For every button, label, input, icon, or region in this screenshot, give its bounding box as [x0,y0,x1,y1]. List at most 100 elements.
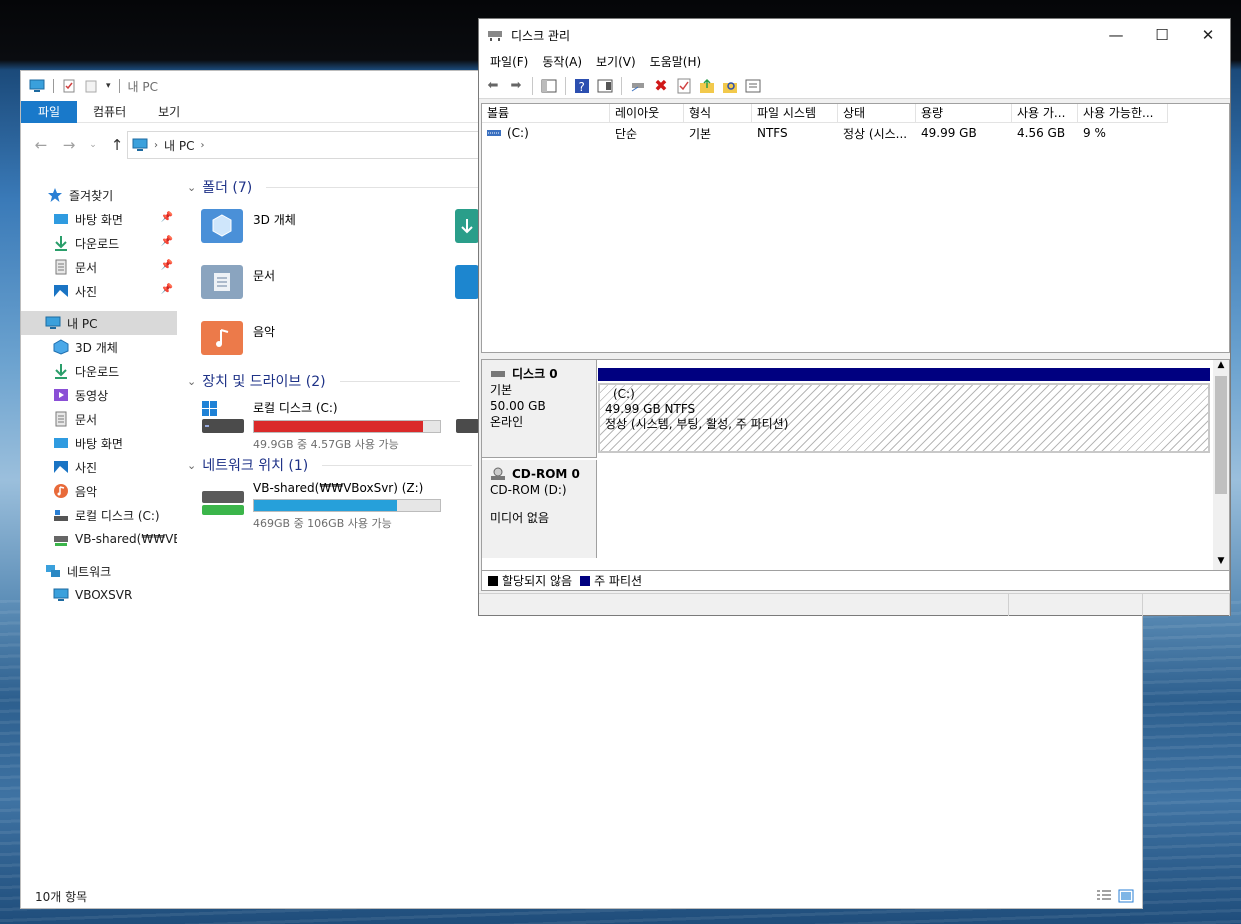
sidebar-item-desktop[interactable]: 바탕 화면 📌 [21,207,177,231]
scroll-down-icon[interactable]: ▼ [1213,556,1229,570]
tab-view[interactable]: 보기 [142,101,196,123]
folder-3d-objects[interactable]: 3D 개체 [201,209,296,243]
drive-local-disk-c[interactable]: 로컬 디스크 (C:) 49.9GB 중 4.57GB 사용 가능 [201,399,441,452]
help-icon[interactable]: ? [573,77,591,95]
column-header-free-space[interactable]: 사용 가... [1012,104,1078,123]
up-folder-icon[interactable] [698,77,716,95]
network-drive-icon [201,481,245,517]
folder-pictures[interactable] [455,265,479,299]
sidebar-item-videos[interactable]: 동영상 [21,383,177,407]
minimize-icon[interactable]: — [1093,19,1139,51]
this-pc-icon [29,79,45,92]
large-icons-view-icon[interactable] [1118,889,1134,903]
sidebar-quick-access[interactable]: 즐겨찾기 [21,183,177,207]
partition-c[interactable]: (C:) 49.99 GB NTFS 정상 (시스템, 부팅, 활성, 주 파티… [598,383,1210,453]
volume-icon [487,130,501,136]
menu-view[interactable]: 보기(V) [589,51,643,73]
menu-file[interactable]: 파일(F) [483,51,535,73]
status-pane [479,594,1009,616]
maximize-icon[interactable]: ☐ [1139,19,1185,51]
delete-x-icon[interactable]: ✖ [652,76,670,95]
column-header-layout[interactable]: 레이아웃 [610,104,684,123]
cell-text: (C:) [507,126,529,140]
column-header-file-system[interactable]: 파일 시스템 [752,104,838,123]
breadcrumb-chevron-icon[interactable]: › [154,140,158,151]
column-header-status[interactable]: 상태 [838,104,916,123]
drive-usage-fill [254,500,398,511]
disk-type: 기본 [490,383,513,397]
group-header-folders[interactable]: ⌄ 폴더 (7) [187,177,487,197]
pin-icon[interactable]: 📌 [161,236,173,247]
sidebar-item-3d-objects[interactable]: 3D 개체 [21,335,177,359]
drive-vb-shared-z[interactable]: VB-shared(₩₩VBoxSvr) (Z:) 469GB 중 106GB … [201,481,441,531]
table-row[interactable]: (C:) 단순 기본 NTFS 정상 (시스... 49.99 GB 4.56 … [482,124,1168,142]
downloads-folder-icon [455,209,479,243]
forward-arrow-icon[interactable]: ➡ [507,77,525,95]
tab-file[interactable]: 파일 [21,101,77,123]
cd-drive-icon [455,407,479,443]
sidebar-item-documents[interactable]: 문서 [21,407,177,431]
menu-help[interactable]: 도움말(H) [643,51,709,73]
sidebar-item-music[interactable]: 음악 [21,479,177,503]
sidebar-item-downloads[interactable]: 다운로드 [21,359,177,383]
breadcrumb-chevron-icon[interactable]: › [200,140,204,151]
sidebar-item-network[interactable]: 네트워크 [21,559,177,583]
sidebar-item-this-pc[interactable]: 내 PC [21,311,177,335]
toolbar: ⬅ ➡ ? ✖ [479,73,1230,99]
search-folder-icon[interactable] [721,77,739,95]
network-drive-icon [54,536,68,546]
folder-documents[interactable]: 문서 [201,265,275,299]
scroll-up-icon[interactable]: ▲ [1213,360,1229,374]
properties-check-icon[interactable] [675,77,693,95]
close-icon[interactable]: ✕ [1185,19,1231,51]
sidebar-item-downloads[interactable]: 다운로드 📌 [21,231,177,255]
sidebar-item-local-disk[interactable]: 로컬 디스크 (C:) [21,503,177,527]
group-header-network[interactable]: ⌄ 네트워크 위치 (1) [187,455,473,475]
up-arrow-icon[interactable]: ↑ [109,136,125,154]
legend-unallocated: 할당되지 않음 [502,574,573,588]
drive-cdrom[interactable] [455,407,479,443]
column-header-percent-free[interactable]: 사용 가능한... [1078,104,1168,123]
new-folder-icon[interactable] [84,79,98,93]
cdrom-0-label[interactable]: CD-ROM 0 CD-ROM (D:) 미디어 없음 [482,460,597,558]
breadcrumb-this-pc[interactable]: 내 PC [164,137,194,154]
back-arrow-icon[interactable]: ← [33,136,49,154]
pin-icon[interactable]: 📌 [161,260,173,271]
settings-list-icon[interactable] [744,77,762,95]
customize-qat-icon[interactable]: ▾ [106,81,111,91]
menu-action[interactable]: 동작(A) [535,51,589,73]
sidebar-item-vboxsvr[interactable]: VBOXSVR [21,583,177,607]
recent-chevron-icon[interactable]: ⌄ [89,140,97,150]
pin-icon[interactable]: 📌 [161,284,173,295]
connect-disk-icon[interactable] [629,77,647,95]
details-view-icon[interactable] [1096,889,1112,903]
pin-icon[interactable]: 📌 [161,212,173,223]
scrollbar-thumb[interactable] [1215,376,1227,494]
back-arrow-icon[interactable]: ⬅ [484,77,502,95]
separator [118,79,120,93]
disk-name: 디스크 0 [512,367,558,381]
vertical-scrollbar[interactable]: ▲ ▼ [1213,360,1229,570]
forward-arrow-icon[interactable]: → [61,136,77,154]
show-hide-pane-icon[interactable] [596,77,614,95]
cell-file-system: NTFS [757,126,788,140]
sidebar-label: 바탕 화면 [75,436,123,451]
sidebar-item-pictures[interactable]: 사진 [21,455,177,479]
console-tree-icon[interactable] [540,77,558,95]
desktop-icon [54,438,68,448]
disk-0-label[interactable]: 디스크 0 기본 50.00 GB 온라인 [482,360,597,458]
cdrom-drive: CD-ROM (D:) [490,483,567,497]
sidebar-item-documents[interactable]: 문서 📌 [21,255,177,279]
tab-computer[interactable]: 컴퓨터 [77,101,142,123]
column-header-type[interactable]: 형식 [684,104,752,123]
column-header-capacity[interactable]: 용량 [916,104,1012,123]
folder-music[interactable]: 음악 [201,321,275,355]
properties-icon[interactable] [62,79,76,93]
folder-downloads[interactable] [455,209,479,243]
sidebar-item-desktop[interactable]: 바탕 화면 [21,431,177,455]
sidebar-item-pictures[interactable]: 사진 📌 [21,279,177,303]
sidebar-item-network-drive[interactable]: VB-shared(₩₩VBoxSvr) [21,527,177,551]
column-header-volume[interactable]: 볼륨 [482,104,610,123]
group-header-devices[interactable]: ⌄ 장치 및 드라이브 (2) [187,371,460,391]
separator [532,76,533,95]
